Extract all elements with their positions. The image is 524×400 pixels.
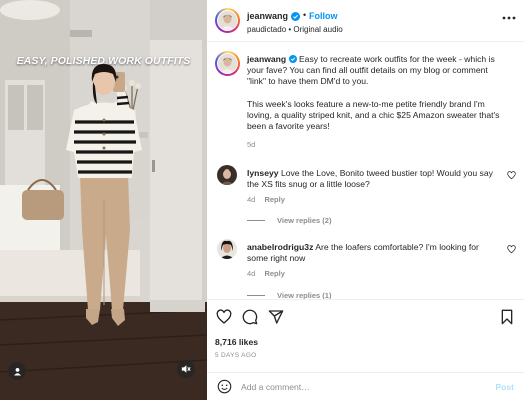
post-comment-button[interactable]: Post xyxy=(495,382,514,392)
emoji-icon[interactable] xyxy=(217,379,232,394)
original-audio-link[interactable]: paudictado • Original audio xyxy=(247,25,343,34)
reply-button[interactable]: Reply xyxy=(264,195,284,204)
person-icon xyxy=(13,367,21,376)
comment-body: anabelrodrigu3z Are the loafers comforta… xyxy=(247,242,499,264)
comment-time: 4d xyxy=(247,269,256,278)
verified-badge-icon xyxy=(291,12,300,21)
comment-text: Love the Love, Bonito tweed bustier top!… xyxy=(247,168,493,190)
replies-divider xyxy=(247,220,265,221)
follow-button[interactable]: Follow xyxy=(309,11,338,21)
reply-button[interactable]: Reply xyxy=(264,269,284,278)
view-replies-button[interactable]: View replies (2) xyxy=(247,216,331,225)
commenter-avatar[interactable] xyxy=(217,165,237,185)
likes-count[interactable]: 8,716 likes xyxy=(215,337,258,347)
posted-time: 5 DAYS AGO xyxy=(215,352,257,359)
comment-bubble-icon[interactable] xyxy=(242,309,258,325)
more-options-icon[interactable] xyxy=(502,16,516,20)
video-overlay-caption: EASY, POLISHED WORK OUTFITS xyxy=(16,55,191,67)
view-replies-button[interactable]: View replies (1) xyxy=(247,291,331,299)
post-media[interactable]: EASY, POLISHED WORK OUTFITS xyxy=(0,0,207,400)
comment-time: 4d xyxy=(247,195,256,204)
caption-username[interactable]: jeanwang xyxy=(247,54,286,64)
replies-divider xyxy=(247,295,265,296)
view-replies-label: View replies (1) xyxy=(277,291,332,299)
share-paper-plane-icon[interactable] xyxy=(268,309,284,325)
comment-meta: 4d Reply xyxy=(247,269,292,278)
save-bookmark-icon[interactable] xyxy=(500,309,514,325)
commenter-username[interactable]: anabelrodrigu3z xyxy=(247,242,313,252)
comment-input[interactable] xyxy=(241,380,481,394)
author-avatar[interactable] xyxy=(215,8,240,33)
add-comment-bar: Post xyxy=(207,372,524,400)
mute-toggle-button[interactable] xyxy=(177,360,195,378)
caption-text-2: This week's looks feature a new-to-me pe… xyxy=(247,98,500,132)
author-username[interactable]: jeanwang xyxy=(247,11,288,21)
like-heart-icon[interactable] xyxy=(216,309,232,325)
post-header: jeanwang • Follow paudictado • Original … xyxy=(207,0,524,42)
view-replies-label: View replies (2) xyxy=(277,216,332,225)
comment-meta: 4d Reply xyxy=(247,195,292,204)
speaker-muted-icon xyxy=(181,365,191,373)
caption-author-avatar[interactable] xyxy=(215,51,240,76)
post-details-panel: jeanwang • Follow paudictado • Original … xyxy=(207,0,524,400)
like-comment-heart-icon[interactable] xyxy=(507,171,516,180)
commenter-username[interactable]: lynseyy xyxy=(247,168,279,178)
comment-body: lynseyy Love the Love, Bonito tweed bust… xyxy=(247,168,499,190)
header-separator: • xyxy=(303,10,307,20)
comments-scroll-area[interactable]: jeanwang Easy to recreate work outfits f… xyxy=(207,43,524,299)
caption-timestamp: 5d xyxy=(247,140,256,149)
like-comment-heart-icon[interactable] xyxy=(507,245,516,254)
post-actions: 8,716 likes 5 DAYS AGO xyxy=(207,299,524,372)
tagged-users-button[interactable] xyxy=(8,362,26,380)
commenter-avatar[interactable] xyxy=(217,239,237,259)
verified-badge-icon xyxy=(288,55,297,63)
post-caption: jeanwang Easy to recreate work outfits f… xyxy=(247,54,509,143)
